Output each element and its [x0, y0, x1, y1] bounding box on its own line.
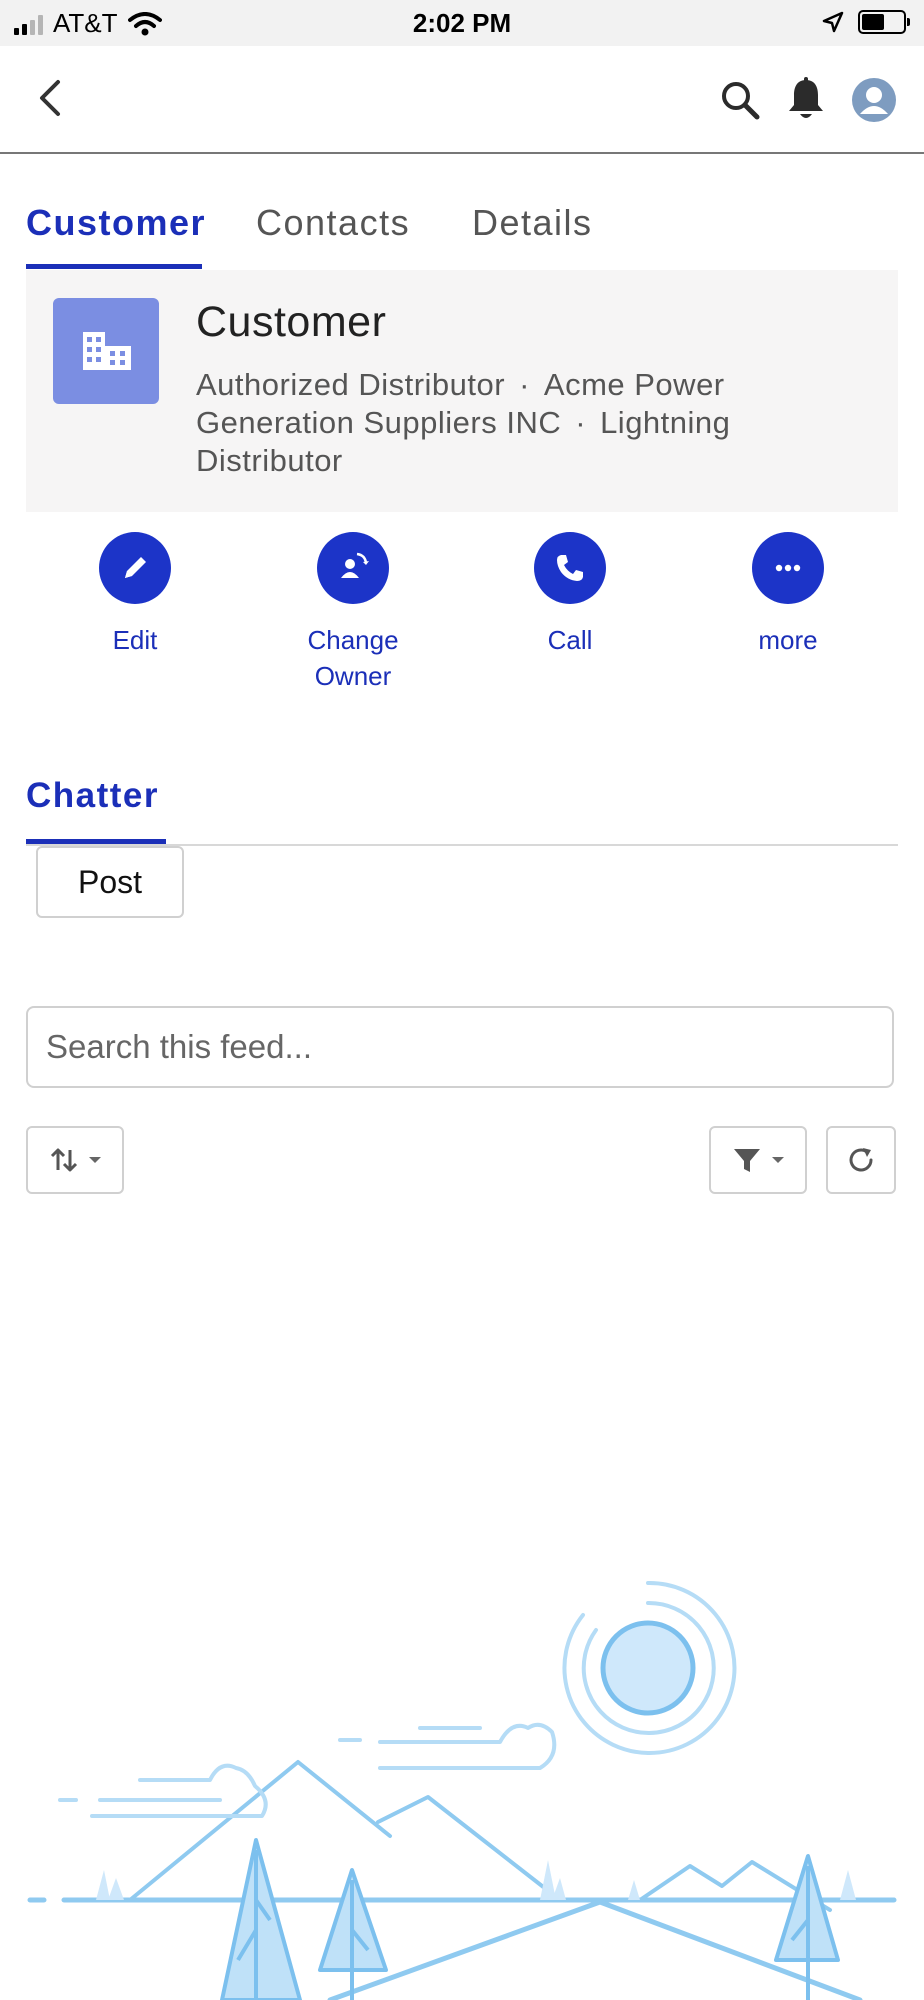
user-icon — [860, 87, 888, 114]
status-time: 2:02 PM — [412, 8, 512, 38]
status-right — [822, 10, 910, 34]
record-title: Customer — [196, 298, 387, 346]
back-icon[interactable] — [30, 76, 74, 120]
refresh-icon — [849, 1148, 873, 1172]
sort-button[interactable] — [26, 1126, 124, 1194]
chevron-down-icon — [772, 1157, 784, 1163]
record-tabs: Customer Contacts Details — [26, 152, 898, 272]
phone-icon — [557, 555, 583, 581]
more-button[interactable]: more — [708, 532, 868, 658]
filter-button[interactable] — [709, 1126, 807, 1194]
change-owner-action-circle[interactable] — [317, 532, 389, 604]
building-icon — [83, 332, 131, 370]
tab-contacts[interactable]: Contacts — [256, 202, 410, 244]
change-owner-label: Change Owner — [307, 625, 399, 691]
status-bar: AT&T 2:02 PM — [0, 0, 924, 46]
separator: · — [575, 405, 587, 440]
more-label: more — [758, 625, 818, 655]
tab-details[interactable]: Details — [472, 202, 593, 244]
change-owner-button[interactable]: Change Owner — [273, 532, 433, 694]
edit-label: Edit — [112, 625, 158, 655]
feed-search-input[interactable] — [28, 1008, 892, 1086]
empty-feed-illustration — [27, 1580, 897, 2000]
feed-search — [26, 1006, 894, 1088]
call-action-circle[interactable] — [534, 532, 606, 604]
record-highlights: Customer Authorized Distributor · Acme Pow… — [26, 270, 898, 512]
more-icon — [775, 564, 801, 572]
call-button[interactable]: Call — [490, 532, 650, 658]
more-action-circle[interactable] — [752, 532, 824, 604]
chatter-tabs: Chatter — [26, 740, 898, 846]
refresh-button[interactable] — [826, 1126, 896, 1194]
search-icon[interactable] — [718, 78, 762, 122]
location-arrow-icon — [822, 11, 844, 33]
tab-customer[interactable]: Customer — [26, 202, 206, 244]
battery-icon — [858, 10, 910, 34]
post-button[interactable]: Post — [36, 846, 184, 918]
bell-icon[interactable] — [784, 76, 828, 124]
sort-icon — [50, 1148, 78, 1172]
record-icon — [53, 298, 159, 404]
change-owner-icon — [341, 552, 369, 578]
tab-chatter[interactable]: Chatter — [26, 776, 159, 816]
call-label: Call — [547, 625, 593, 655]
pencil-icon — [125, 557, 146, 578]
separator: · — [519, 367, 530, 402]
active-tab-indicator — [26, 839, 166, 844]
chevron-down-icon — [89, 1157, 101, 1163]
edit-button[interactable]: Edit — [55, 532, 215, 658]
filter-icon — [734, 1149, 760, 1172]
record-field: Authorized Distributor — [196, 367, 506, 402]
avatar[interactable] — [852, 78, 896, 122]
record-fields: Authorized Distributor · Acme Power Genera… — [196, 366, 876, 480]
active-tab-indicator — [26, 264, 202, 269]
edit-action-circle[interactable] — [99, 532, 171, 604]
app-header — [0, 46, 924, 154]
